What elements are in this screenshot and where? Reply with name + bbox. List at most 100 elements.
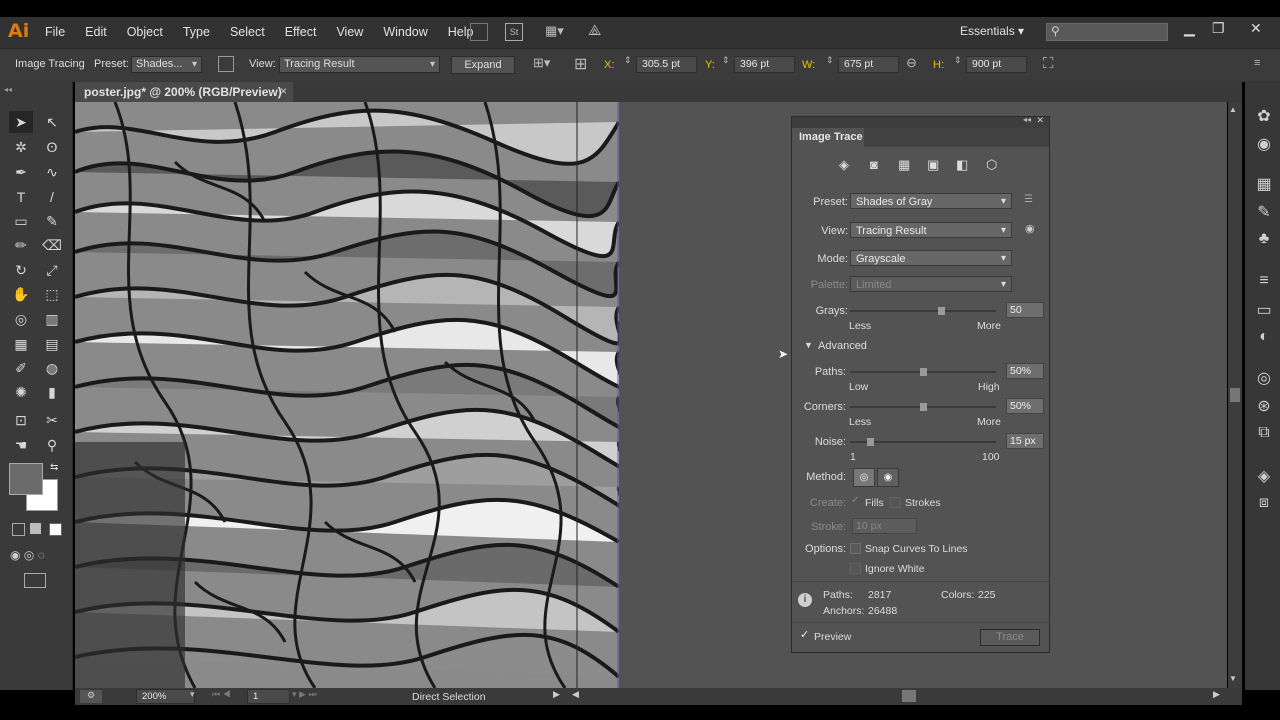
zoom-field[interactable]: 200%: [136, 689, 195, 704]
symbol-sprayer-tool-icon[interactable]: ✺: [9, 381, 33, 403]
search-input[interactable]: ⚲: [1046, 23, 1168, 41]
shape-builder-tool-icon[interactable]: ◎: [9, 308, 33, 330]
constrain-proportions-icon[interactable]: ⊖: [906, 55, 917, 71]
reference-point-icon[interactable]: ⊞: [574, 54, 587, 74]
trace-view-dropdown[interactable]: Tracing Result: [850, 222, 1012, 239]
scale-tool-icon[interactable]: ⤢: [40, 259, 64, 281]
snap-curves-checkbox[interactable]: [850, 543, 861, 554]
image-trace-tab[interactable]: Image Trace: [792, 128, 864, 147]
none-mode-icon[interactable]: [49, 523, 62, 536]
image-trace-panel-icon[interactable]: [218, 56, 234, 72]
low-color-icon[interactable]: ▦: [898, 157, 910, 173]
stroke-panel-icon[interactable]: ≡: [1252, 272, 1276, 296]
type-tool-icon[interactable]: T: [9, 186, 33, 208]
hand-tool-icon[interactable]: ☚: [9, 434, 33, 456]
menu-window[interactable]: Window: [383, 25, 427, 39]
gradient-tool-icon[interactable]: ▤: [40, 333, 64, 355]
vertical-scroll-thumb[interactable]: [1230, 388, 1240, 402]
document-tab-close-icon[interactable]: ×: [280, 84, 287, 98]
layers-icon-alt[interactable]: ⧉: [1252, 424, 1276, 448]
transparency-icon[interactable]: ◐: [1252, 328, 1276, 352]
trace-button[interactable]: Trace: [980, 629, 1040, 646]
first-artboard-icon[interactable]: ⏮ ◀: [212, 689, 231, 700]
scroll-down-icon[interactable]: ▼: [1229, 674, 1237, 683]
color-mode-icon[interactable]: [12, 523, 25, 536]
bridge-icon[interactable]: [470, 23, 488, 41]
appearance-icon[interactable]: ◎: [1252, 368, 1276, 392]
horizontal-scroll-thumb[interactable]: [902, 690, 916, 702]
color-guide-icon[interactable]: ◉: [1252, 134, 1276, 158]
grays-slider-thumb[interactable]: [937, 307, 945, 315]
menu-file[interactable]: File: [45, 25, 65, 39]
grays-slider-track[interactable]: [850, 310, 996, 312]
corners-slider-thumb[interactable]: [920, 403, 927, 411]
perspective-grid-tool-icon[interactable]: ▥: [40, 308, 64, 330]
slice-tool-icon[interactable]: ✂: [40, 409, 64, 431]
h-field[interactable]: 900 pt: [966, 56, 1027, 73]
y-field[interactable]: 396 pt: [734, 56, 795, 73]
h-stepper[interactable]: ⇕: [954, 55, 962, 66]
menu-select[interactable]: Select: [230, 25, 265, 39]
zoom-tool-icon[interactable]: ⚲: [40, 434, 64, 456]
curvature-tool-icon[interactable]: ∿: [40, 161, 64, 183]
noise-field[interactable]: 15 px: [1006, 433, 1044, 449]
grays-field[interactable]: 50: [1006, 302, 1044, 318]
advanced-toggle-icon[interactable]: ▼: [804, 340, 813, 350]
menu-edit[interactable]: Edit: [85, 25, 107, 39]
screen-mode-icon[interactable]: [24, 573, 46, 588]
blend-tool-icon[interactable]: ◍: [40, 357, 64, 379]
selection-tool-icon[interactable]: ➤: [9, 111, 33, 133]
rotate-tool-icon[interactable]: ↻: [9, 259, 33, 281]
trace-preset-dropdown[interactable]: Shades of Gray: [850, 193, 1012, 210]
scroll-left-icon[interactable]: ◀: [572, 689, 579, 700]
control-menu-icon[interactable]: ≡: [1254, 57, 1260, 69]
symbols-icon[interactable]: ♣: [1252, 230, 1276, 254]
draw-mode-icon[interactable]: ◉ ◎ ◌: [10, 548, 45, 562]
artboard-number-field[interactable]: 1: [247, 689, 290, 704]
artboards-icon[interactable]: ⧈: [1252, 494, 1276, 518]
brushes-icon[interactable]: ✎: [1252, 202, 1276, 226]
last-artboard-icon[interactable]: ▾ ▶ ⏭: [292, 689, 317, 700]
advanced-label[interactable]: Advanced: [818, 340, 867, 352]
mesh-tool-icon[interactable]: ▦: [9, 333, 33, 355]
graphic-styles-icon[interactable]: ⊛: [1252, 396, 1276, 420]
paths-slider-thumb[interactable]: [920, 368, 927, 376]
preset-dropdown[interactable]: Shades...: [131, 56, 202, 73]
mode-dropdown[interactable]: Grayscale: [850, 250, 1012, 267]
magic-wand-tool-icon[interactable]: ✲: [9, 136, 33, 158]
pen-tool-icon[interactable]: ✒: [9, 161, 33, 183]
direct-selection-tool-icon[interactable]: ↖: [40, 111, 64, 133]
w-field[interactable]: 675 pt: [838, 56, 899, 73]
status-settings-icon[interactable]: ⚙: [80, 690, 102, 703]
expand-button[interactable]: Expand: [451, 56, 515, 74]
gpu-performance-icon[interactable]: ⟁: [588, 22, 601, 39]
x-field[interactable]: 305.5 pt: [636, 56, 697, 73]
layers-icon[interactable]: ◈: [1252, 466, 1276, 490]
stock-icon[interactable]: St: [505, 23, 523, 41]
color-panel-icon[interactable]: ✿: [1252, 106, 1276, 130]
noise-slider-thumb[interactable]: [867, 438, 875, 446]
line-tool-icon[interactable]: /: [40, 186, 64, 208]
gradient-panel-icon[interactable]: ▭: [1252, 300, 1276, 324]
artboard-tool-icon[interactable]: ⊡: [9, 409, 33, 431]
corners-field[interactable]: 50%: [1006, 398, 1044, 414]
lasso-tool-icon[interactable]: ʘ: [40, 136, 64, 158]
zoom-dropdown-icon[interactable]: ▾: [190, 689, 195, 700]
eraser-tool-icon[interactable]: ⌫: [40, 234, 64, 256]
auto-color-icon[interactable]: ◈: [839, 157, 849, 173]
overlapping-method-icon[interactable]: ◉: [877, 468, 899, 487]
traced-artwork[interactable]: [75, 102, 619, 688]
grayscale-icon[interactable]: ▣: [927, 157, 939, 173]
x-stepper[interactable]: ⇕: [624, 55, 632, 66]
document-tab[interactable]: poster.jpg* @ 200% (RGB/Preview) ×: [75, 82, 293, 102]
collapse-panel-icon[interactable]: ◂◂: [1023, 115, 1031, 124]
paintbrush-tool-icon[interactable]: ✎: [40, 210, 64, 232]
pencil-tool-icon[interactable]: ✏: [9, 234, 33, 256]
transform-icon[interactable]: ⛶: [1043, 55, 1054, 72]
abutting-method-icon[interactable]: ◎: [853, 468, 875, 487]
eyedropper-tool-icon[interactable]: ✐: [9, 357, 33, 379]
high-color-icon[interactable]: ◙: [870, 157, 878, 172]
warp-tool-icon[interactable]: ✋: [9, 283, 33, 305]
eye-icon[interactable]: ◉: [1025, 222, 1035, 235]
menu-effect[interactable]: Effect: [285, 25, 317, 39]
